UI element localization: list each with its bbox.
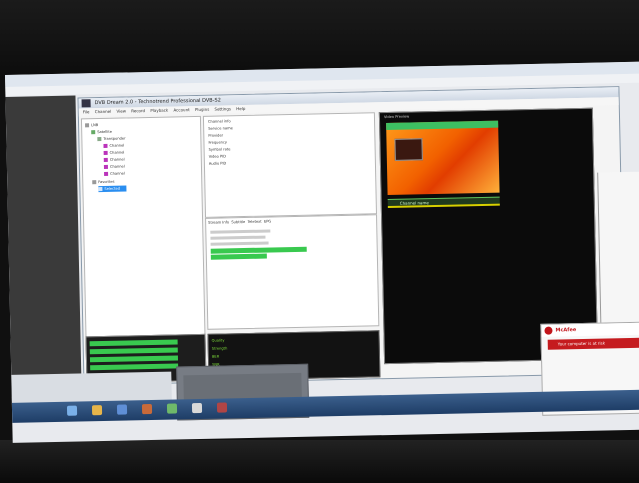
app-title: DVB Dream 2.0 - Technotrend Professional… [94,97,221,107]
tab-teletext[interactable]: Teletext [248,220,262,224]
tree-item[interactable]: Favorites [92,179,115,185]
desktop-left-area [5,95,82,397]
tree-item[interactable]: Channel [104,171,125,177]
info-line: Symbol rate [208,147,231,152]
tree-item[interactable]: Satellite [91,129,112,135]
channel-icon [104,171,109,176]
tree-item[interactable]: LNB [85,122,98,128]
explorer-icon[interactable] [91,405,103,416]
mcafee-header: McAfee [541,322,639,337]
menu-settings[interactable]: Settings [214,106,231,111]
start-icon[interactable] [66,405,78,416]
menu-channel[interactable]: Channel [95,109,112,114]
info-line: Provider [208,133,224,138]
stats-label: Quality [211,338,225,343]
menu-file[interactable]: File [83,109,90,114]
tree-item[interactable]: Channel [103,157,125,163]
stream-line [210,229,271,234]
app-logo-icon [81,99,91,108]
menu-account[interactable]: Account [173,107,189,112]
folder-icon [85,123,90,128]
menu-plugins[interactable]: Plugins [195,107,209,112]
satellite-icon [91,130,96,135]
signal-bar [89,347,178,355]
dvb-taskbar-icon[interactable] [191,402,203,414]
stats-label: BER [211,354,220,359]
signal-bar [89,355,179,363]
channel-icon [103,164,108,169]
tab-stream-info[interactable]: Stream Info [208,220,229,224]
tree-item[interactable]: Channel [103,164,125,170]
tree-item[interactable]: Channel [103,143,124,149]
stream-line [210,235,266,240]
tree-item[interactable]: Transponder [97,135,126,142]
menu-playback[interactable]: Playback [150,108,168,113]
tool-icon[interactable] [216,402,228,413]
tab-epg[interactable]: EPG [264,219,271,223]
mcafee-warning-banner: Your computer is at risk [547,337,639,350]
channel-icon [98,186,103,192]
preview-label: Video Preview [383,114,410,120]
stream-line [210,241,269,246]
channel-info-panel: Channel info Service name Provider Frequ… [202,112,377,218]
transponder-icon [97,136,102,142]
browser-icon[interactable] [116,404,128,415]
folder-icon [92,180,97,185]
info-line: Video PID [208,154,227,159]
info-line: Service name [208,126,233,131]
monitor-stand-area [0,440,639,483]
tab-subtitle[interactable]: Subtitle [231,220,245,224]
stream-highlight [210,253,267,260]
video-inset-image [394,138,423,161]
menu-view[interactable]: View [116,108,126,113]
info-line: Channel info [207,119,231,124]
menu-help[interactable]: Help [236,106,245,111]
channel-icon [103,143,108,148]
stats-label: Strength [211,346,228,351]
info-line: Frequency [208,140,228,145]
stream-highlight [210,246,307,254]
stream-tabs: Stream Info Subtitle Teletext EPG [208,219,271,224]
monitor-screen: DVB Dream 2.0 - Technotrend Professional… [5,61,639,443]
signal-bar [90,363,179,371]
media-icon[interactable] [141,403,153,415]
info-line: Audio PID [208,161,227,166]
channel-icon [103,150,108,155]
stream-info-panel: Stream Info Subtitle Teletext EPG [205,214,380,330]
app-icon[interactable] [166,403,178,414]
channel-icon [103,157,108,162]
signal-bar [89,339,178,347]
menu-record[interactable]: Record [131,108,145,113]
tree-item[interactable]: Channel [103,150,125,156]
tree-item-selected[interactable]: Selected [98,185,127,193]
